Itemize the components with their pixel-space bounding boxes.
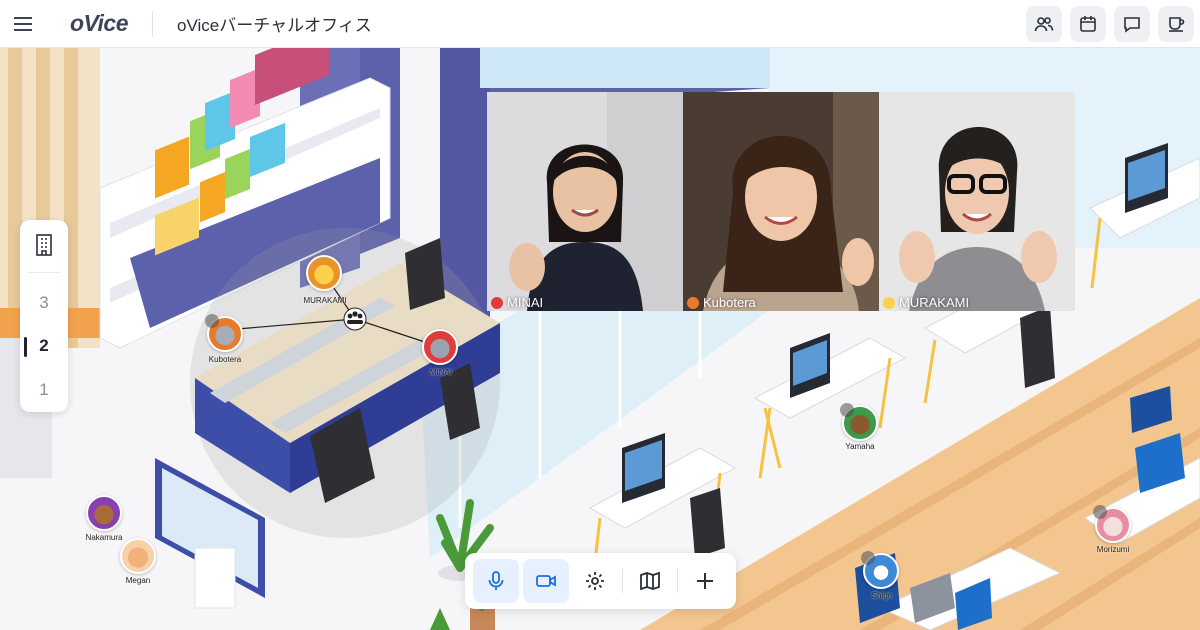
building-icon[interactable] [34,234,54,262]
video-feed [879,92,1075,311]
settings-gear-icon[interactable] [573,559,619,603]
muted-mic-icon [1093,505,1107,519]
muted-mic-icon [840,403,854,417]
plus-icon[interactable] [682,559,728,603]
video-camera-icon[interactable] [522,559,569,603]
map-avatar-label: MINAI [429,368,453,377]
header-divider [152,10,154,37]
map-avatar-megan[interactable] [120,538,156,574]
map-avatar-label: Morizumi [1096,545,1130,554]
participant-name: MURAKAMI [899,295,970,310]
raccoon-avatar-icon [491,296,503,309]
lion-avatar-icon [883,296,895,309]
top-bar: oVice oViceバーチャルオフィス [0,0,1200,48]
space-title: oViceバーチャルオフィス [177,16,372,35]
map-avatar-nakamura[interactable] [86,495,122,531]
calendar-icon[interactable] [1070,6,1106,42]
video-tile-murakami[interactable]: MURAKAMI [879,92,1075,311]
video-tile-minai[interactable]: MINAI [487,92,683,311]
map-avatar-murakami[interactable] [306,255,342,291]
video-feed [487,92,683,311]
map-avatar-label: Shige [871,591,893,600]
floor-3[interactable]: 3 [20,281,68,325]
muted-mic-icon [205,314,219,328]
coffee-icon[interactable] [1158,6,1194,42]
top-actions [1026,6,1194,42]
muted-mic-icon [861,551,875,565]
koala-avatar-icon [687,296,699,309]
bottom-toolbar [465,553,736,609]
microphone-icon[interactable] [473,559,519,603]
video-tile-kubotera[interactable]: Kubotera [683,92,879,311]
map-avatar-minai[interactable] [422,329,458,365]
video-name-label: MINAI [491,295,543,310]
map-avatar-label: Yamaha [845,442,875,451]
people-icon[interactable] [1026,6,1062,42]
floor-1[interactable]: 1 [20,368,68,412]
map-avatar-label: Megan [125,576,151,585]
floor-selector: 3 2 1 [20,220,68,412]
video-name-label: Kubotera [687,295,756,310]
app-logo[interactable]: oVice [70,10,129,37]
video-feed [683,92,879,311]
floor-2[interactable]: 2 [20,325,68,369]
map-avatar-label: Nakamura [85,533,123,542]
floor-divider [28,271,60,273]
toolbar-divider [677,569,679,593]
map-avatar-label: MURAKAMI [303,296,347,305]
chat-icon[interactable] [1114,6,1150,42]
map-icon[interactable] [627,559,673,603]
participant-name: MINAI [507,295,544,310]
video-name-label: MURAKAMI [883,295,969,310]
hamburger-menu-icon[interactable] [0,0,48,48]
participant-name: Kubotera [703,295,756,310]
toolbar-divider [622,569,624,593]
map-avatar-label: Kubotera [208,355,242,364]
video-call-grid: MINAI Kubotera MURAKAMI [487,92,1075,311]
